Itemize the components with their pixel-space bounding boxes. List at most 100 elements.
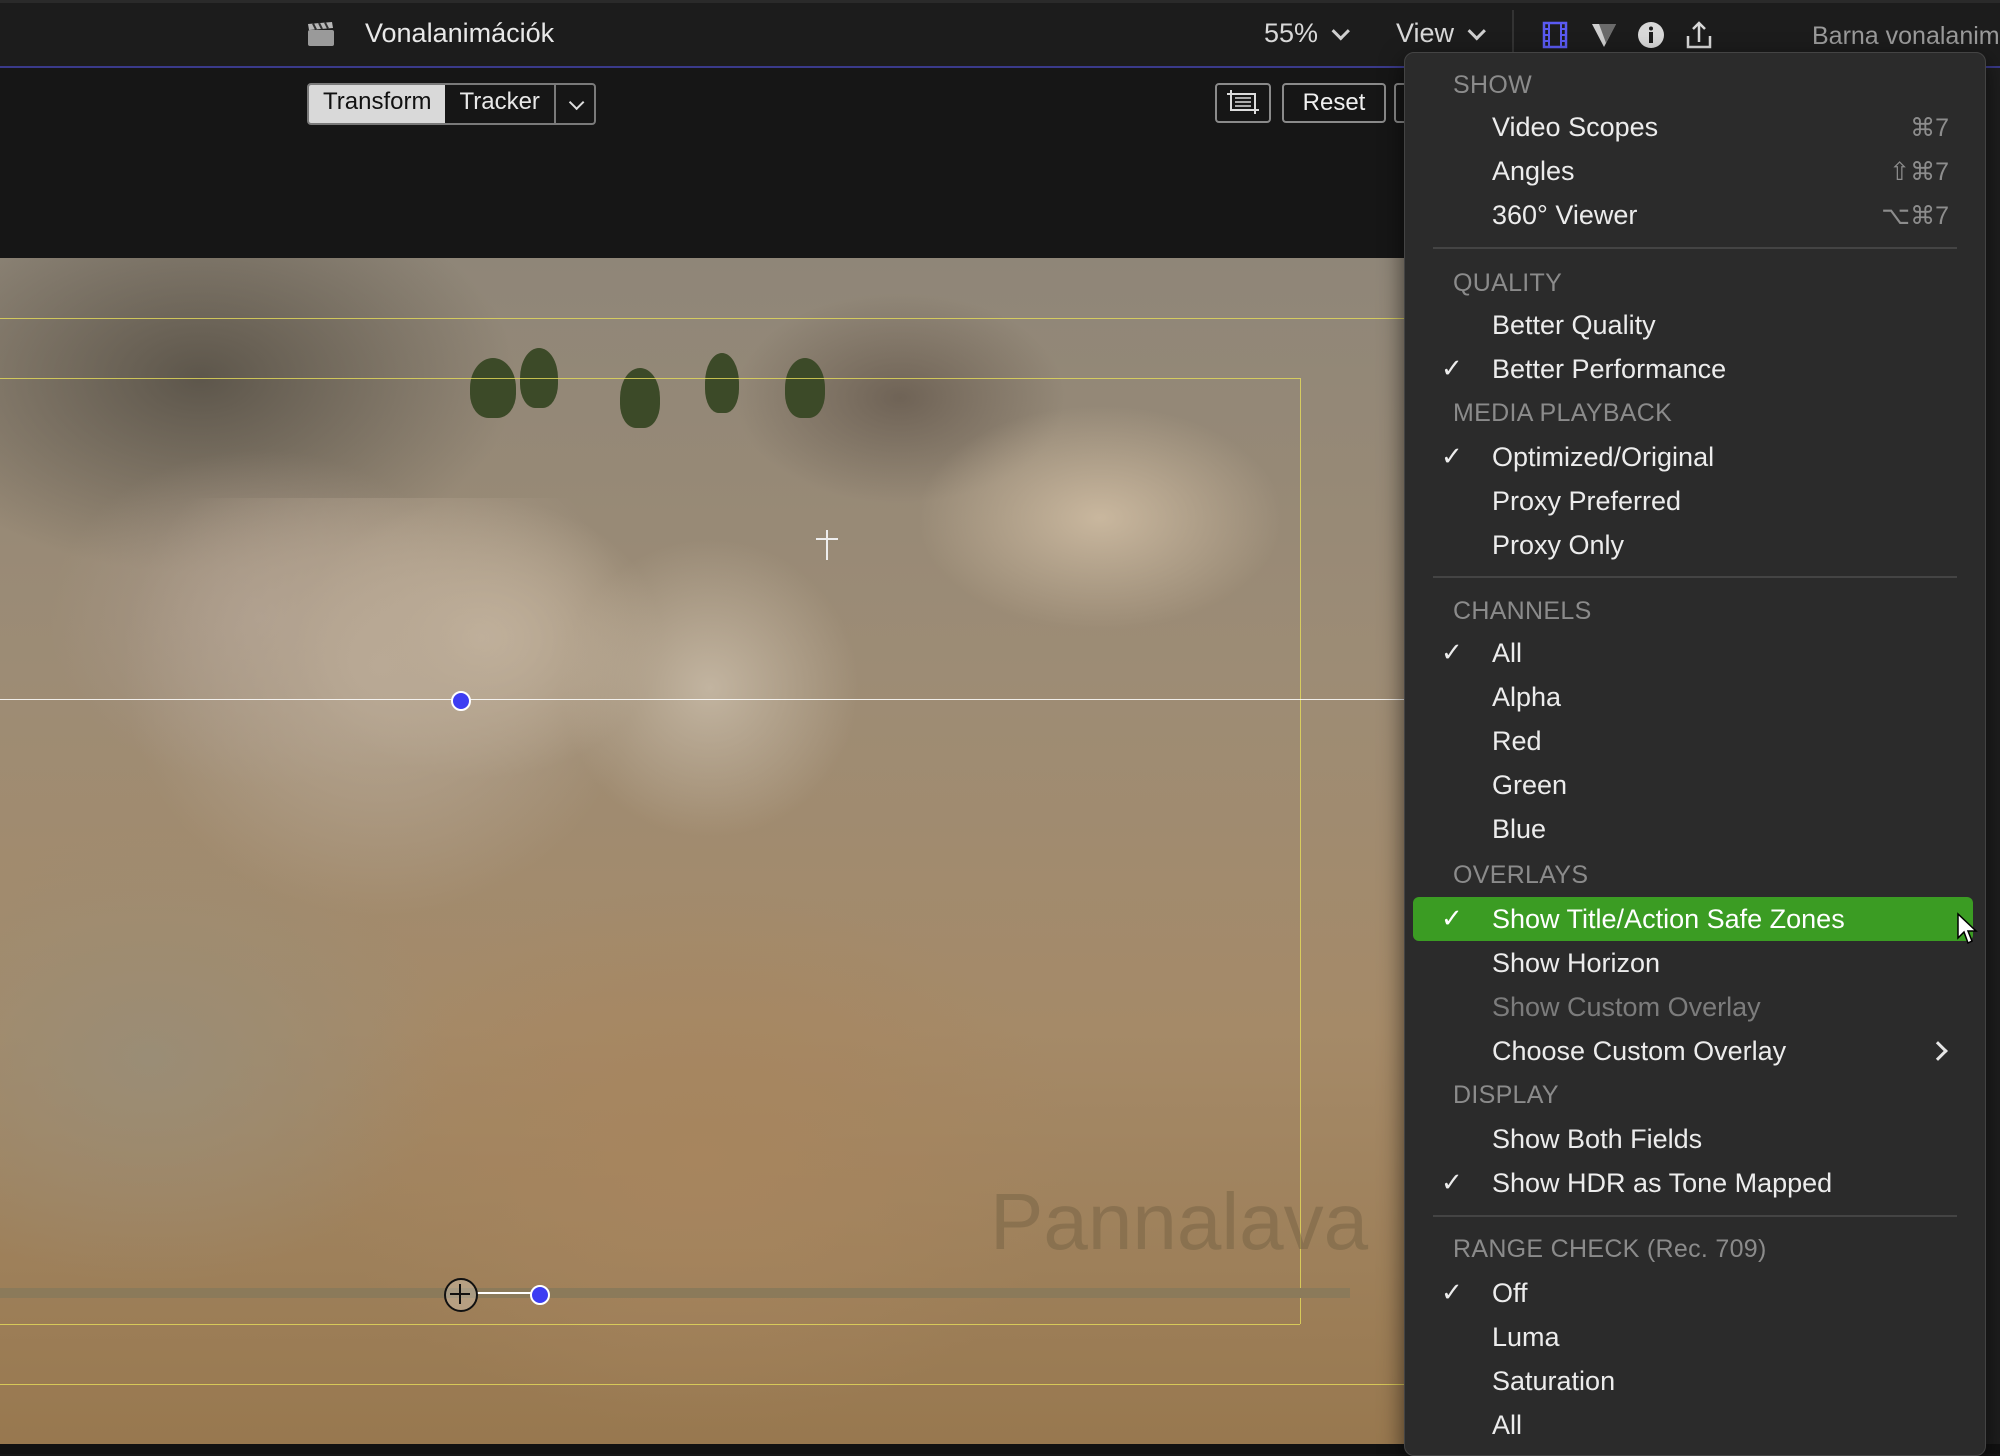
menu-item-range-luma[interactable]: Luma [1413,1315,1973,1359]
toolbar-divider [1512,10,1514,56]
inspector-title: Barna vonalanimáció [1812,22,2000,50]
menu-item-label: Red [1492,726,1542,756]
transform-options-dropdown[interactable] [553,85,594,123]
menu-item-show-both-fields[interactable]: Show Both Fields [1413,1117,1973,1161]
shortcut-label: ⌘7 [1910,114,1949,142]
rock-formation-right [560,538,860,838]
menu-divider [1433,576,1957,578]
checkmark-icon: ✓ [1441,353,1463,383]
menu-item-label: Off [1492,1278,1528,1308]
menu-item-green[interactable]: Green [1413,763,1973,807]
chevron-down-icon [1467,22,1486,41]
color-board-icon[interactable] [1589,20,1619,50]
zoom-value: 55% [1264,18,1319,48]
section-show: SHOW [1453,71,1532,99]
section-display: DISPLAY [1453,1081,1559,1109]
menu-divider [1433,247,1957,249]
view-label: View [1396,18,1455,48]
menu-item-choose-custom-overlay[interactable]: Choose Custom Overlay [1413,1029,1973,1073]
action-safe-top [0,318,1404,319]
menu-item-angles[interactable]: Angles ⇧⌘7 [1413,149,1973,193]
crop-mode-button[interactable] [1215,83,1271,123]
menu-item-red[interactable]: Red [1413,719,1973,763]
menu-item-label: Choose Custom Overlay [1492,1036,1787,1066]
menu-item-better-performance[interactable]: ✓ Better Performance [1413,347,1973,391]
video-viewer[interactable]: Pannalava [0,258,1404,1444]
menu-item-label: Luma [1492,1322,1560,1352]
tracker-button[interactable]: Tracker [445,85,553,123]
section-range-check: RANGE CHECK (Rec. 709) [1453,1235,1767,1263]
menu-item-channels-all[interactable]: ✓ All [1413,631,1973,675]
menu-item-label: Show Custom Overlay [1492,992,1761,1022]
menu-item-proxy-only[interactable]: Proxy Only [1413,523,1973,567]
view-menu-button[interactable]: View [1396,18,1486,49]
cross-post [826,530,828,560]
transform-button[interactable]: Transform [309,85,446,123]
menu-item-label: Better Performance [1492,354,1727,384]
pine-tree [785,358,825,418]
chevron-down-icon [1331,22,1350,41]
menu-item-range-off[interactable]: ✓ Off [1413,1271,1973,1315]
menu-item-safe-zones[interactable]: ✓ Show Title/Action Safe Zones [1413,897,1973,941]
shortcut-label: ⌥⌘7 [1881,202,1949,230]
menu-item-label: Proxy Preferred [1492,486,1682,516]
menu-item-optimized-original[interactable]: ✓ Optimized/Original [1413,435,1973,479]
menu-item-show-custom-overlay: Show Custom Overlay [1413,985,1973,1029]
section-overlays: OVERLAYS [1453,861,1589,889]
menu-item-label: Blue [1492,814,1547,844]
menu-item-label: Saturation [1492,1366,1616,1396]
menu-item-label: All [1492,638,1523,668]
checkmark-icon: ✓ [1441,441,1463,471]
film-icon[interactable] [1540,20,1570,50]
chevron-right-icon [1928,1041,1948,1061]
menu-item-video-scopes[interactable]: Video Scopes ⌘7 [1413,105,1973,149]
section-media-playback: MEDIA PLAYBACK [1453,399,1673,427]
menu-item-label: Video Scopes [1492,112,1659,142]
menu-item-label: 360° Viewer [1492,200,1638,230]
chevron-down-icon [569,94,585,110]
menu-item-proxy-preferred[interactable]: Proxy Preferred [1413,479,1973,523]
top-border [0,0,2000,3]
position-handle[interactable] [451,691,471,711]
menu-item-show-horizon[interactable]: Show Horizon [1413,941,1973,985]
rotation-arm [476,1292,538,1294]
menu-item-360-viewer[interactable]: 360° Viewer ⌥⌘7 [1413,193,1973,237]
menu-item-label: Alpha [1492,682,1562,712]
horizon-line [0,699,1404,700]
view-dropdown-menu: SHOW Video Scopes ⌘7 Angles ⇧⌘7 360° Viewe… [1404,52,1986,1456]
info-icon[interactable] [1636,20,1666,50]
section-quality: QUALITY [1453,269,1563,297]
rotation-handle[interactable] [530,1285,550,1305]
menu-item-label: Better Quality [1492,310,1656,340]
menu-item-label: Angles [1492,156,1575,186]
checkmark-icon: ✓ [1441,637,1463,667]
menu-divider [1433,1215,1957,1217]
menu-item-range-saturation[interactable]: Saturation [1413,1359,1973,1403]
menu-item-alpha[interactable]: Alpha [1413,675,1973,719]
project-title: Vonalanimációk [365,18,555,48]
menu-item-better-quality[interactable]: Better Quality [1413,303,1973,347]
transform-tracker-segmented: Transform Tracker [307,83,596,125]
zoom-dropdown[interactable]: 55% [1264,18,1350,49]
title-safe-bottom [0,1324,1300,1325]
anchor-point-handle[interactable] [444,1278,478,1312]
reset-button[interactable]: Reset [1282,83,1386,123]
menu-item-label: All [1492,1410,1523,1440]
shortcut-label: ⇧⌘7 [1889,158,1949,186]
share-icon[interactable] [1684,20,1714,50]
crop-icon [1227,90,1259,114]
menu-item-label: Show HDR as Tone Mapped [1492,1168,1833,1198]
menu-item-label: Green [1492,770,1568,800]
clapperboard-icon [308,22,334,46]
menu-item-hdr-tone-mapped[interactable]: ✓ Show HDR as Tone Mapped [1413,1161,1973,1205]
action-safe-bottom [0,1384,1404,1385]
menu-item-label: Show Both Fields [1492,1124,1703,1154]
title-text: Pannalava [990,1177,1369,1266]
animated-line-shape [0,1288,1350,1298]
checkmark-icon: ✓ [1441,903,1463,933]
section-channels: CHANNELS [1453,597,1592,625]
menu-item-label: Show Title/Action Safe Zones [1492,904,1845,934]
menu-item-range-all[interactable]: All [1413,1403,1973,1447]
pine-tree [620,368,660,428]
menu-item-blue[interactable]: Blue [1413,807,1973,851]
